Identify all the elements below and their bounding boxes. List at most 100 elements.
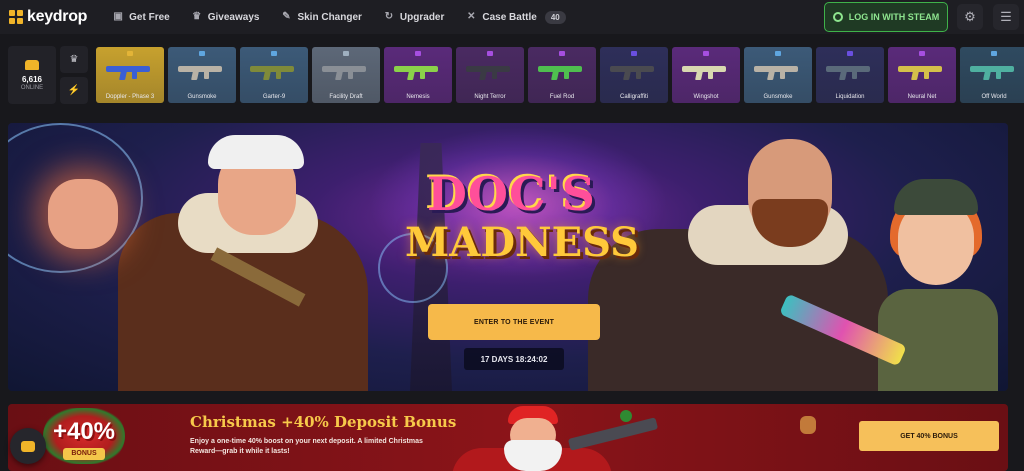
rarity-icon	[271, 51, 277, 56]
drop-skin-name: Calligraffiti	[620, 94, 648, 100]
login-with-steam-button[interactable]: LOG IN WITH STEAM	[824, 2, 948, 32]
drop-card[interactable]: Fuel Rod	[528, 47, 596, 103]
gift-icon: ▣	[113, 11, 123, 22]
nav-upgrader[interactable]: ↻ Upgrader	[384, 11, 445, 23]
drop-card[interactable]: Off World	[960, 47, 1024, 103]
lightning-icon: ⚡	[67, 85, 81, 96]
drop-skin-name: Garter-9	[262, 94, 286, 100]
enter-event-button[interactable]: ENTER TO THE EVENT	[428, 304, 600, 340]
duo-characters-illustration	[588, 139, 1008, 391]
drop-card[interactable]: Doppler - Phase 3	[96, 47, 164, 103]
nav-label: Case Battle	[482, 11, 537, 23]
drop-card[interactable]: Gunsmoke	[744, 47, 812, 103]
rarity-icon	[199, 51, 205, 56]
weapon-icon	[970, 64, 1018, 80]
nav-label: Get Free	[129, 11, 170, 23]
bonus-badge-percent: +40%	[52, 418, 116, 445]
drop-skin-name: Wingshot	[693, 94, 719, 100]
rarity-icon	[775, 51, 781, 56]
drop-skin-name: Neural Net	[907, 94, 937, 100]
drop-card[interactable]: Night Terror	[456, 47, 524, 103]
christmas-bonus-banner[interactable]: +40% BONUS Christmas +40% Deposit Bonus …	[8, 404, 1008, 471]
drop-skin-name: Night Terror	[474, 94, 506, 100]
top-drops-filter[interactable]: ♛	[60, 46, 88, 73]
rarity-icon	[991, 51, 997, 56]
weapon-icon	[178, 64, 226, 80]
weapon-icon	[106, 64, 154, 80]
weapon-icon	[322, 64, 370, 80]
drop-card[interactable]: Gunsmoke	[168, 47, 236, 103]
menu-button[interactable]: ☰	[993, 4, 1019, 30]
crown-icon: ♛	[69, 54, 79, 65]
drop-card[interactable]: Neural Net	[888, 47, 956, 103]
fast-drops-filter[interactable]: ⚡	[60, 77, 88, 104]
rarity-icon	[127, 51, 133, 56]
swords-icon: ✕	[467, 11, 476, 22]
event-hero-banner[interactable]: DOC'S MADNESS ENTER TO THE EVENT 17 DAYS…	[8, 123, 1008, 391]
drop-skin-name: Doppler - Phase 3	[105, 94, 155, 100]
event-logo-line1: DOC'S	[427, 167, 596, 221]
drop-card[interactable]: Wingshot	[672, 47, 740, 103]
nav-skin-changer[interactable]: ✎ Skin Changer	[281, 11, 362, 23]
weapon-icon	[826, 64, 874, 80]
settings-button[interactable]: ⚙	[957, 4, 983, 30]
nav-case-battle[interactable]: ✕ Case Battle 40	[466, 10, 566, 24]
drop-card[interactable]: Nemesis	[384, 47, 452, 103]
refresh-icon: ↻	[384, 11, 394, 22]
bonus-description: Enjoy a one-time 40% boost on your next …	[190, 438, 423, 455]
nav-label: Giveaways	[207, 11, 260, 23]
drop-cards: Doppler - Phase 3 Gunsmoke Garter-9 Facilit…	[96, 47, 1024, 103]
rarity-icon	[559, 51, 565, 56]
gear-icon: ⚙	[964, 9, 976, 24]
drop-skin-name: Facility Draft	[329, 94, 363, 100]
weapon-icon	[250, 64, 298, 80]
login-label: LOG IN WITH STEAM	[848, 12, 940, 22]
drop-card[interactable]: Liquidation	[816, 47, 884, 103]
weapon-icon	[538, 64, 586, 80]
doc-character-illustration	[48, 135, 378, 391]
drop-skin-name: Fuel Rod	[549, 94, 575, 100]
nav-label: Upgrader	[399, 11, 445, 23]
online-counter: 6,616 ONLINE	[8, 46, 56, 104]
weapon-icon	[394, 64, 442, 80]
online-label: ONLINE	[20, 84, 44, 91]
weapon-icon	[898, 64, 946, 80]
hamburger-icon: ☰	[1000, 9, 1012, 24]
get-bonus-button[interactable]: GET 40% BONUS	[859, 421, 999, 451]
logo-icon	[9, 10, 23, 24]
rarity-icon	[343, 51, 349, 56]
weapon-icon	[610, 64, 658, 80]
drop-skin-name: Nemesis	[406, 94, 430, 100]
drop-card[interactable]: Calligraffiti	[600, 47, 668, 103]
drop-skin-name: Off World	[981, 94, 1007, 100]
weapon-icon	[682, 64, 730, 80]
bonus-title: Christmas +40% Deposit Bonus	[190, 413, 457, 431]
weapon-icon	[466, 64, 514, 80]
nav-get-free[interactable]: ▣ Get Free	[113, 11, 170, 23]
bonus-badge: +40% BONUS	[43, 408, 125, 464]
rarity-icon	[415, 51, 421, 56]
nav-giveaways[interactable]: ♛ Giveaways	[192, 11, 260, 23]
rarity-icon	[919, 51, 925, 56]
chat-button[interactable]	[10, 428, 46, 464]
nav-label: Skin Changer	[297, 11, 362, 23]
pencil-icon: ✎	[282, 11, 291, 22]
logo[interactable]: keydrop	[9, 8, 87, 26]
bonus-badge-label: BONUS	[63, 448, 105, 460]
nav-links: ▣ Get Free ♛ Giveaways ✎ Skin Changer ↻ …	[113, 10, 566, 24]
rarity-icon	[487, 51, 493, 56]
live-drops-strip: 6,616 ONLINE ♛ ⚡ Doppler - Phase 3 Gunsmo…	[0, 40, 1024, 106]
chat-icon	[21, 440, 35, 452]
page: keydrop ▣ Get Free ♛ Giveaways ✎ Skin Ch…	[0, 0, 1024, 471]
drop-card[interactable]: Garter-9	[240, 47, 308, 103]
event-countdown: 17 DAYS 18:24:02	[464, 348, 564, 370]
drop-skin-name: Gunsmoke	[187, 94, 217, 100]
rarity-icon	[847, 51, 853, 56]
drop-skin-name: Gunsmoke	[763, 94, 793, 100]
drop-skin-name: Liquidation	[835, 94, 865, 100]
trophy-icon: ♛	[192, 11, 202, 22]
users-icon	[25, 59, 39, 70]
drop-card[interactable]: Facility Draft	[312, 47, 380, 103]
gingerbread-icon	[800, 416, 816, 434]
steam-icon	[832, 12, 843, 22]
